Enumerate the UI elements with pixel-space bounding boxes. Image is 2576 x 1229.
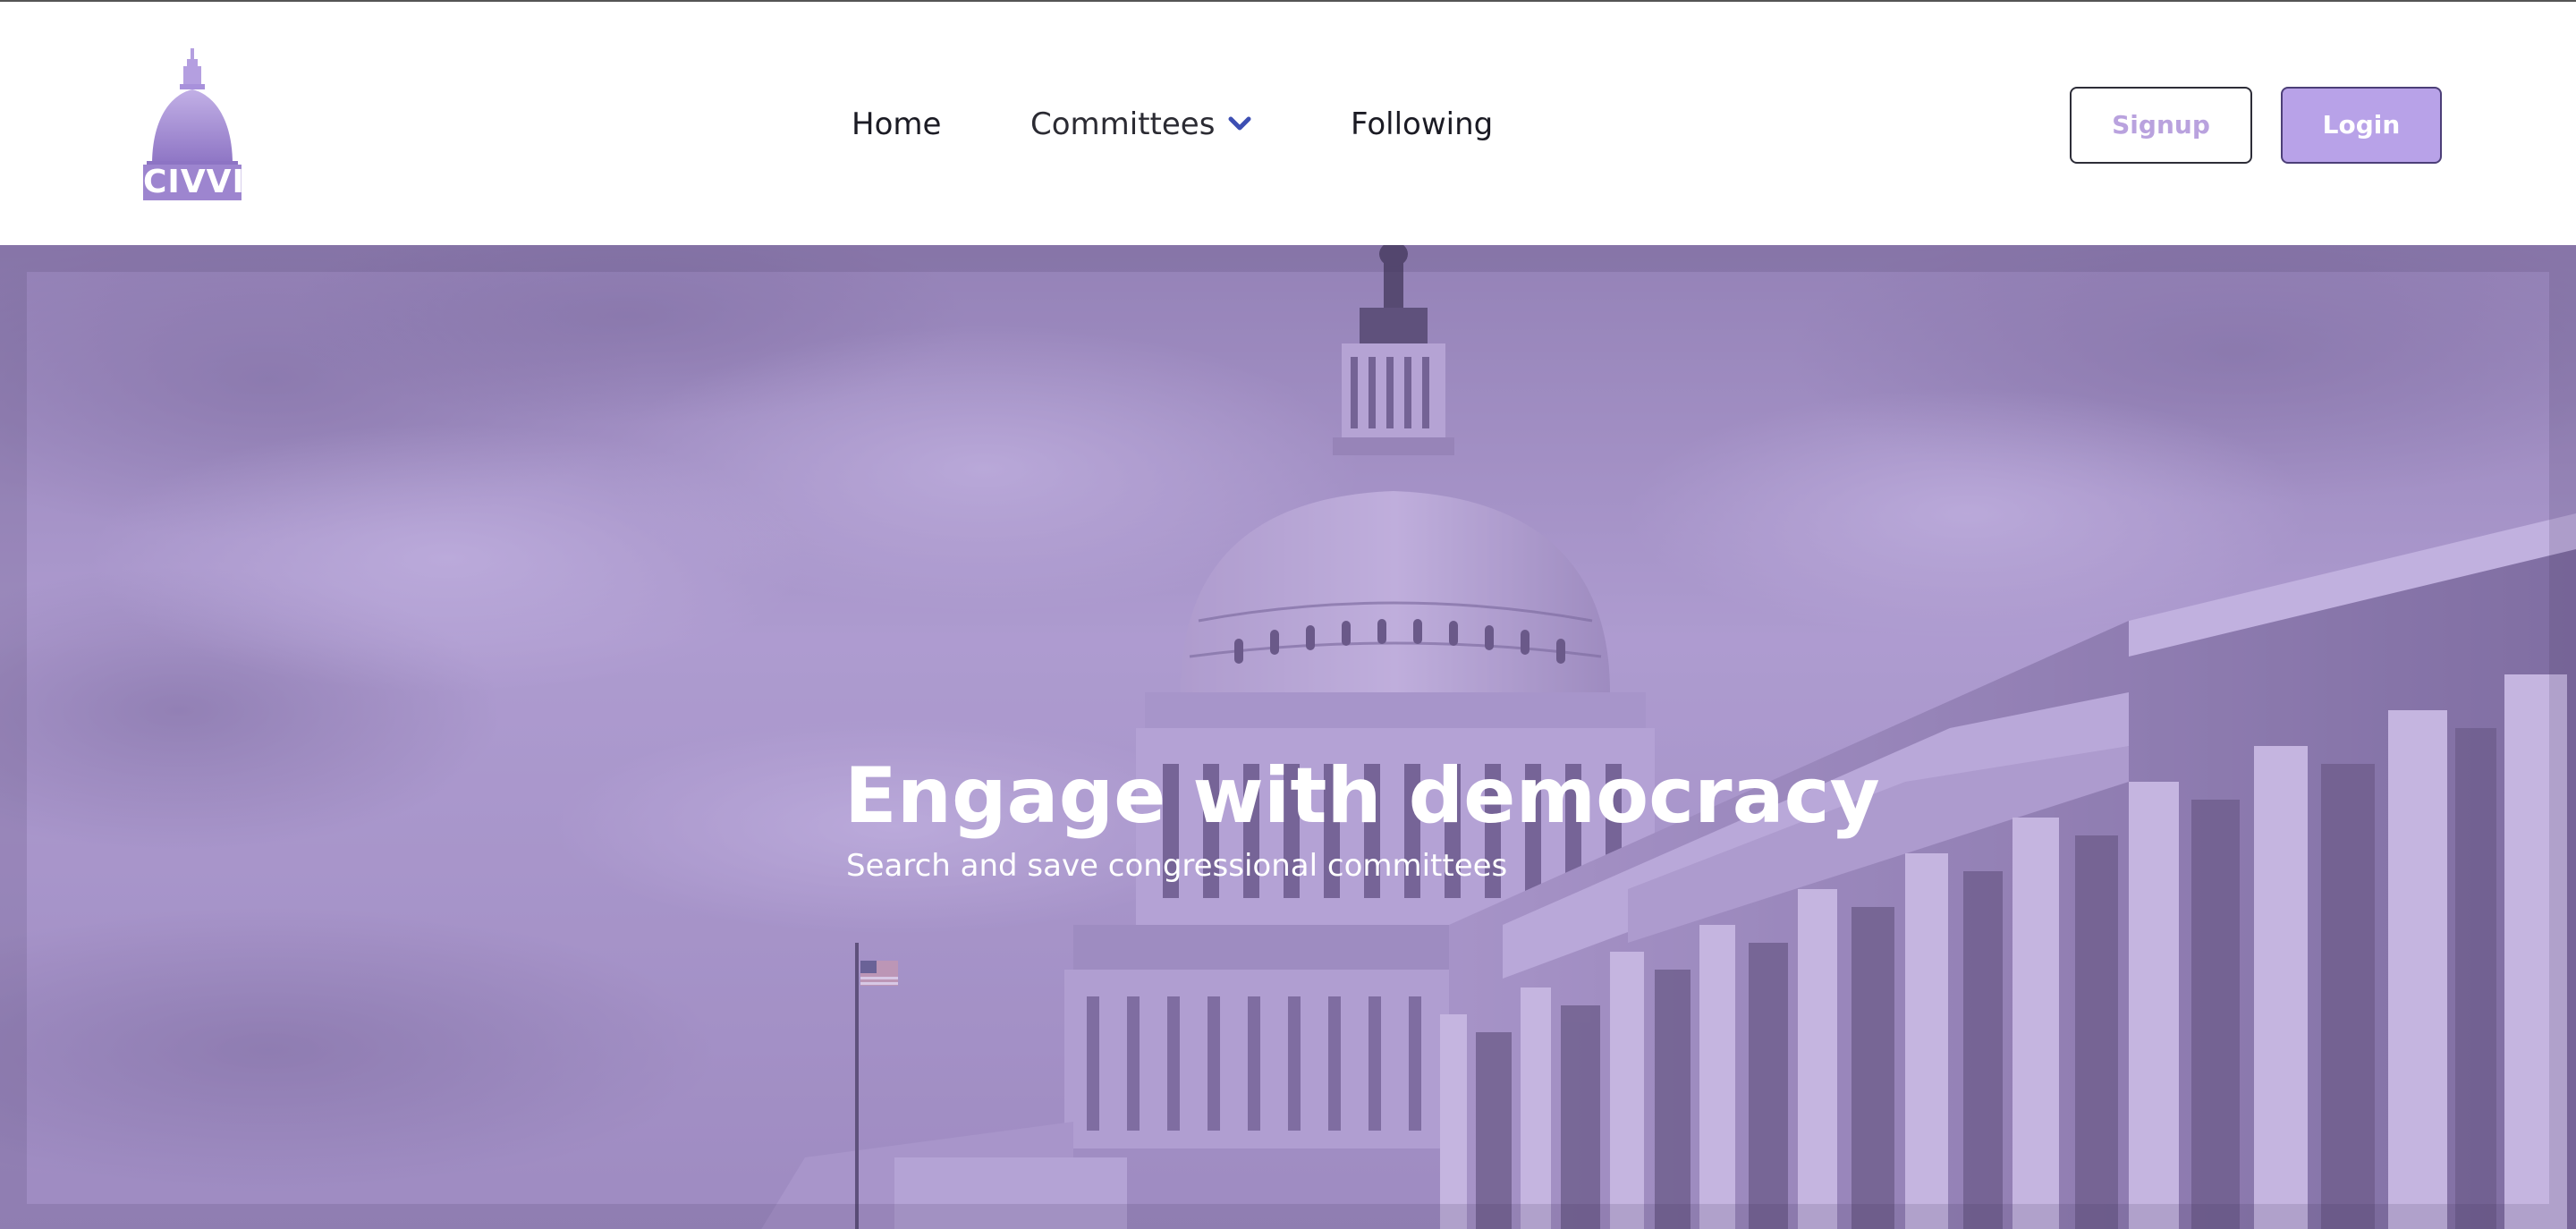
hero-subtitle: Search and save congressional committees [846,848,1508,884]
chevron-down-icon[interactable] [1227,111,1252,136]
hero-banner: Engage with democracy Search and save co… [0,245,2576,1229]
logo-text: CIVVI [143,164,245,200]
page: CIVVI Home Committees Following Signup L… [0,0,2576,1229]
nav-home-link[interactable]: Home [852,102,941,147]
signup-button[interactable]: Signup [2070,87,2252,164]
capitol-background-image [0,245,2576,1229]
nav-committees-dropdown[interactable]: Committees [1030,102,1215,147]
site-header: CIVVI Home Committees Following Signup L… [0,2,2576,245]
hero-title: Engage with democracy [844,751,1880,841]
civvi-logo[interactable]: CIVVI [143,48,245,200]
nav-following-link[interactable]: Following [1351,102,1493,147]
login-button[interactable]: Login [2281,87,2442,164]
